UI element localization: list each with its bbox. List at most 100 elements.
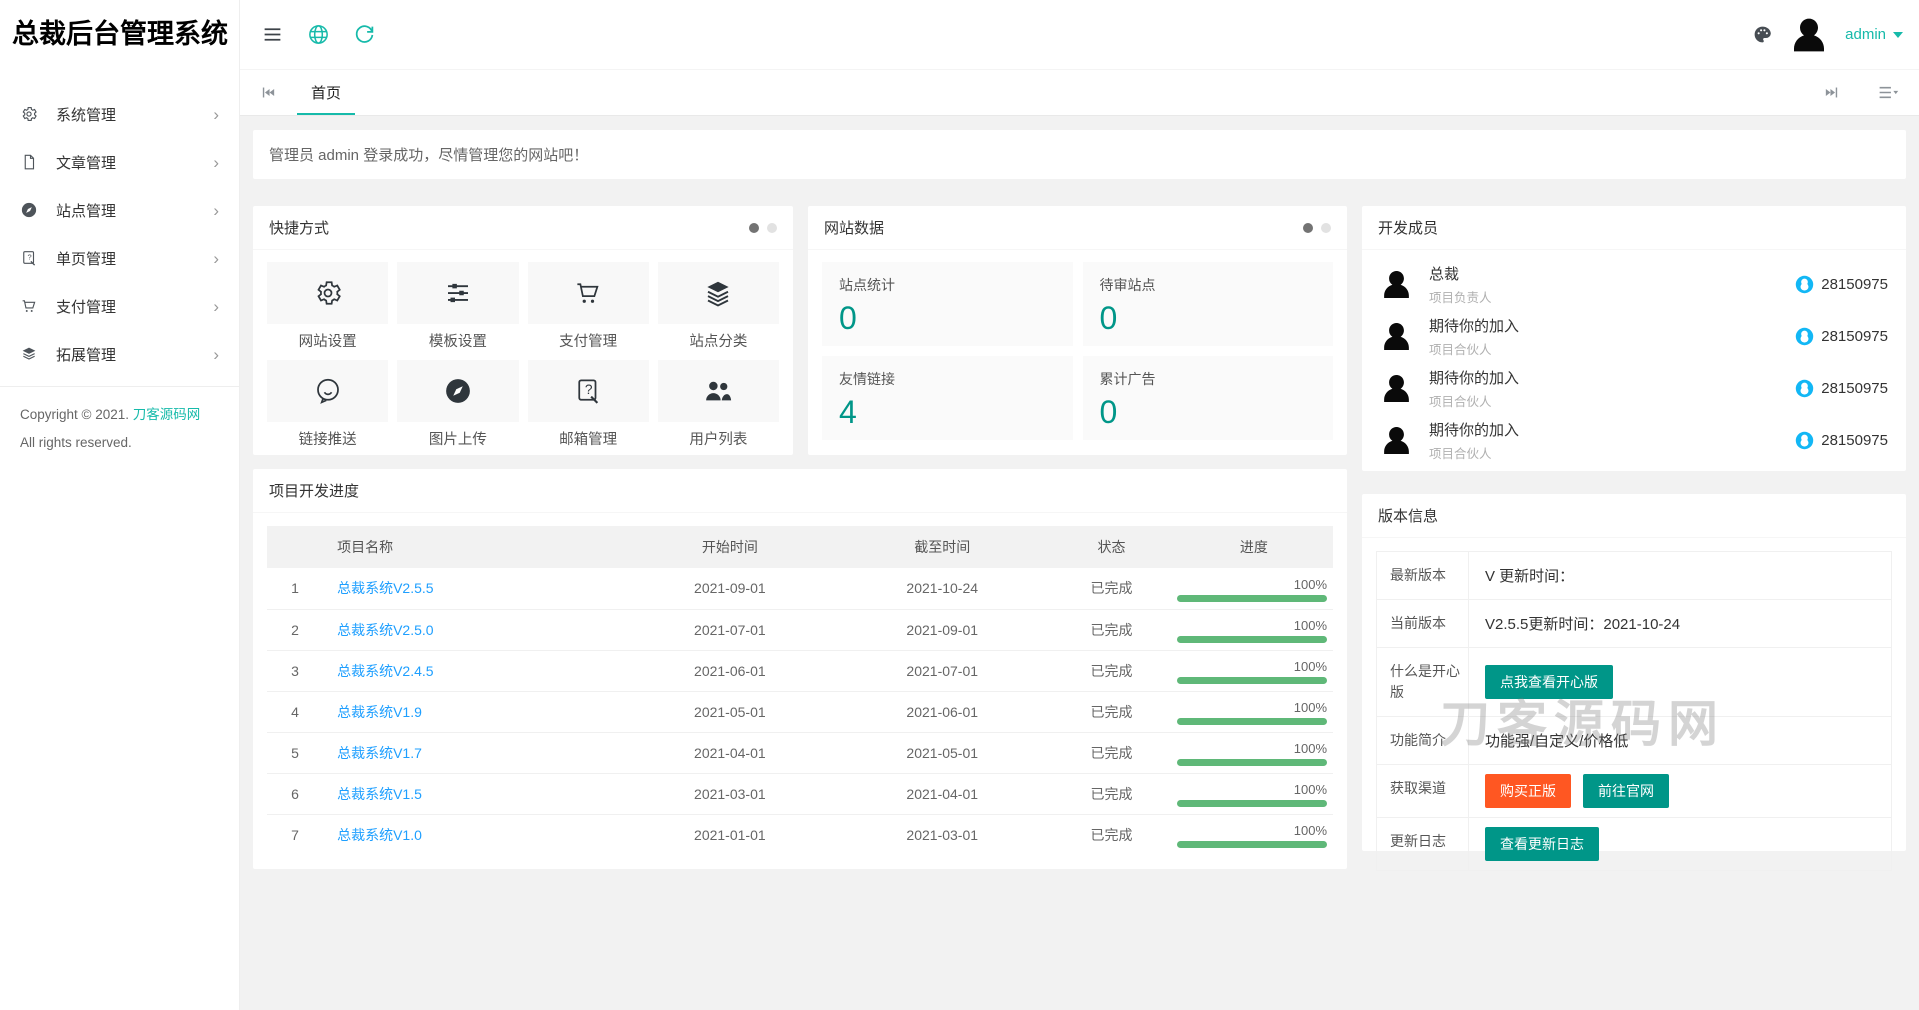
table-row: 4 总裁系统V1.9 2021-05-01 2021-06-01 已完成 100… — [267, 691, 1333, 733]
carousel-dot[interactable] — [767, 222, 777, 233]
shortcut-payment[interactable]: 支付管理 — [527, 262, 649, 351]
buy-genuine-button[interactable]: 购买正版 — [1485, 774, 1571, 808]
shortcut-template-settings[interactable]: 模板设置 — [397, 262, 519, 351]
member-name: 期待你的加入 — [1429, 369, 1520, 387]
end-date: 2021-07-01 — [836, 650, 1049, 692]
status-badge: 已完成 — [1090, 826, 1133, 843]
sidebar-menu: 系统管理 › 文章管理 › 站点管理 › ? 单页管理 › 支付管理 › 拓展管… — [0, 70, 239, 378]
view-changelog-button[interactable]: 查看更新日志 — [1485, 827, 1599, 861]
carousel-dot-active[interactable] — [749, 222, 759, 233]
table-row: 7 总裁系统V1.0 2021-01-01 2021-03-01 已完成 100… — [267, 814, 1333, 855]
chevron-right-icon: › — [213, 296, 219, 316]
user-avatar[interactable] — [1789, 15, 1829, 55]
tabs-scroll-left-icon[interactable] — [240, 70, 277, 115]
end-date: 2021-05-01 — [836, 732, 1049, 774]
layers-icon — [707, 281, 729, 307]
user-dropdown[interactable]: admin — [1845, 26, 1903, 43]
progress-bar — [1176, 718, 1327, 725]
sidebar-item-pages[interactable]: ? 单页管理 › — [0, 234, 239, 282]
start-date: 2021-03-01 — [623, 773, 837, 815]
shortcut-site-categories[interactable]: 站点分类 — [657, 262, 779, 351]
member-avatar — [1380, 372, 1413, 405]
sidebar-item-sites[interactable]: 站点管理 › — [0, 186, 239, 234]
page-content: 管理员 admin 登录成功，尽情管理您的网站吧！ 快捷方式 网站设置 模板设置… — [240, 116, 1919, 1010]
site-data-panel: 网站数据 站点统计 0 待审站点 0 友情链接 4 累计广告 0 — [808, 206, 1347, 455]
member-avatar — [1380, 320, 1413, 353]
member-qq[interactable]: 28150975 — [1795, 431, 1888, 450]
project-link[interactable]: 总裁系统V1.5 — [337, 786, 422, 802]
chevron-right-icon: › — [213, 104, 219, 124]
version-panel-header: 版本信息 — [1362, 494, 1906, 538]
version-row-features: 功能简介 功能强/自定义/价格低 — [1377, 717, 1891, 765]
version-row-label: 获取渠道 — [1377, 765, 1469, 817]
start-date: 2021-04-01 — [623, 732, 837, 774]
globe-icon[interactable] — [307, 23, 330, 46]
progress-cell: 100% — [1175, 698, 1333, 725]
tabs-menu-icon[interactable] — [1878, 84, 1899, 101]
shortcut-user-list[interactable]: 用户列表 — [657, 360, 779, 449]
compass-icon — [446, 379, 470, 403]
end-date: 2021-09-01 — [836, 609, 1049, 651]
member-row: 期待你的加入 项目合伙人 28150975 — [1380, 414, 1888, 466]
theme-palette-icon[interactable] — [1752, 24, 1773, 45]
project-link[interactable]: 总裁系统V1.7 — [337, 745, 422, 761]
col-progress: 进度 — [1174, 526, 1333, 568]
shortcut-link-push[interactable]: 链接推送 — [267, 360, 389, 449]
member-name: 期待你的加入 — [1429, 317, 1520, 335]
project-link[interactable]: 总裁系统V1.0 — [337, 827, 422, 843]
sidebar-item-payment[interactable]: 支付管理 › — [0, 282, 239, 330]
member-qq[interactable]: 28150975 — [1795, 379, 1888, 398]
carousel-dot[interactable] — [1321, 222, 1331, 233]
shortcut-site-settings[interactable]: 网站设置 — [267, 262, 389, 351]
stat-value: 0 — [839, 300, 857, 336]
progress-bar — [1176, 636, 1327, 643]
view-happy-version-button[interactable]: 点我查看开心版 — [1485, 665, 1613, 699]
tabs-scroll-right-icon[interactable] — [1823, 84, 1840, 101]
project-link[interactable]: 总裁系统V2.5.5 — [337, 580, 433, 596]
stat-label: 待审站点 — [1099, 277, 1156, 293]
version-title: 版本信息 — [1378, 508, 1439, 525]
tab-home[interactable]: 首页 — [297, 70, 355, 115]
col-project-name: 项目名称 — [323, 526, 624, 568]
sidebar-item-system[interactable]: 系统管理 › — [0, 90, 239, 138]
shortcut-label: 站点分类 — [689, 334, 748, 350]
qq-icon — [1796, 275, 1814, 293]
status-badge: 已完成 — [1048, 691, 1175, 733]
copyright-text: Copyright © 2021. — [20, 407, 130, 422]
member-qq[interactable]: 28150975 — [1795, 275, 1888, 294]
qq-number: 28150975 — [1821, 379, 1888, 397]
project-link[interactable]: 总裁系统V2.4.5 — [337, 663, 433, 679]
member-avatar — [1380, 424, 1413, 457]
version-row-label: 最新版本 — [1377, 552, 1469, 599]
version-row-current: 当前版本 V2.5.5更新时间：2021-10-24 — [1377, 600, 1891, 648]
row-index: 1 — [267, 568, 324, 610]
app-root: 总裁后台管理系统 系统管理 › 文章管理 › 站点管理 › ? 单页管理 › 支… — [0, 0, 1919, 1010]
status-badge: 已完成 — [1048, 568, 1175, 610]
progress-label: 100% — [1293, 823, 1327, 839]
carousel-dot-active[interactable] — [1303, 222, 1313, 233]
topbar: admin — [240, 0, 1919, 70]
project-link[interactable]: 总裁系统V1.9 — [337, 704, 422, 720]
official-site-button[interactable]: 前往官网 — [1583, 774, 1669, 808]
status-badge: 已完成 — [1048, 773, 1175, 815]
shortcut-label: 链接推送 — [298, 432, 357, 448]
col-end-date: 截至时间 — [836, 526, 1049, 568]
shortcuts-grid: 网站设置 模板设置 支付管理 站点分类 链接推送 图片上传 ? 邮箱管理 用户列… — [253, 250, 793, 461]
member-qq[interactable]: 28150975 — [1795, 327, 1888, 346]
copyright-link[interactable]: 刀客源码网 — [133, 407, 201, 422]
welcome-text: 管理员 admin 登录成功，尽情管理您的网站吧！ — [269, 147, 589, 164]
sidebar-item-articles[interactable]: 文章管理 › — [0, 138, 239, 186]
hamburger-menu-icon[interactable] — [262, 24, 283, 45]
project-link[interactable]: 总裁系统V2.5.0 — [337, 622, 433, 638]
row-index: 3 — [267, 650, 324, 692]
shortcut-image-upload[interactable]: 图片上传 — [397, 360, 519, 449]
status-badge: 已完成 — [1048, 650, 1175, 692]
shortcut-mail-management[interactable]: ? 邮箱管理 — [527, 360, 649, 449]
table-header-row: 项目名称 开始时间 截至时间 状态 进度 — [267, 526, 1333, 568]
refresh-icon[interactable] — [354, 24, 375, 45]
progress-label: 100% — [1293, 576, 1327, 592]
copyright: Copyright © 2021. 刀客源码网 All rights reser… — [0, 387, 239, 472]
sidebar-item-extensions[interactable]: 拓展管理 › — [0, 330, 239, 378]
row-index: 7 — [291, 826, 299, 843]
progress-cell: 100% — [1175, 821, 1333, 849]
